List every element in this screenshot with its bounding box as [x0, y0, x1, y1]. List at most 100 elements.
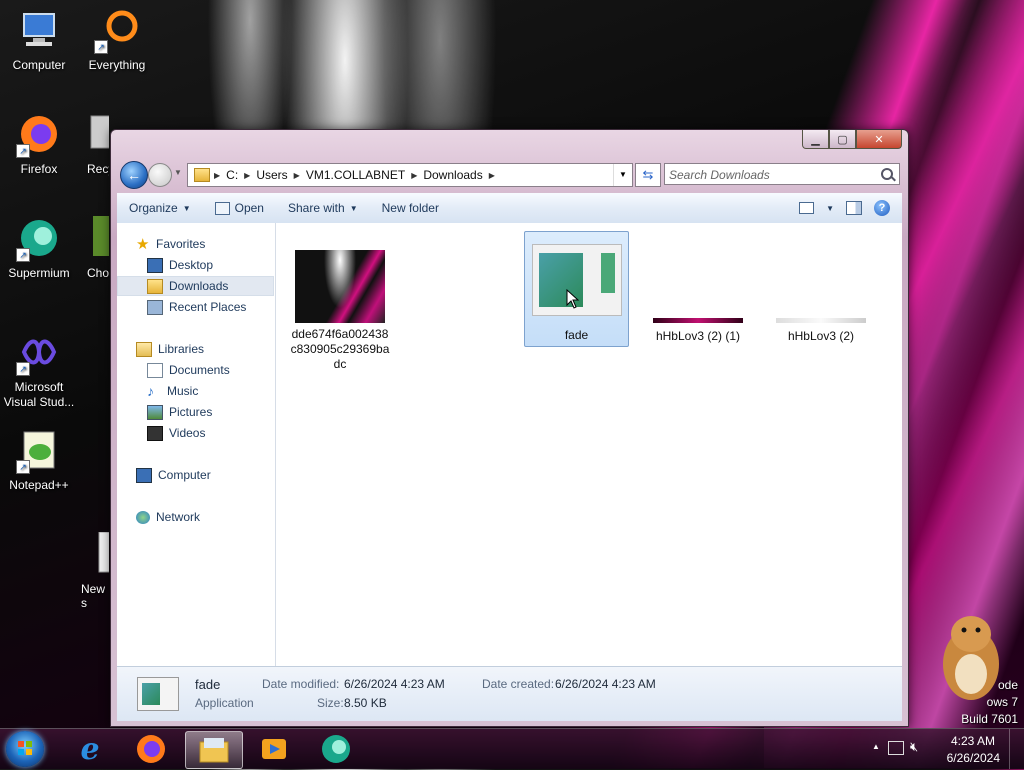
- taskbar-firefox[interactable]: [123, 731, 179, 767]
- address-bar[interactable]: ▶ C: ▶ Users ▶ VM1.COLLABNET ▶ Downloads…: [187, 163, 633, 187]
- show-desktop-button[interactable]: [1009, 729, 1024, 769]
- file-item[interactable]: dde674f6a002438 c830905c29369ba dc: [288, 250, 392, 372]
- desktop-icon-label: Recy: [87, 162, 109, 176]
- start-button[interactable]: [6, 731, 44, 767]
- nav-videos[interactable]: Videos: [117, 423, 274, 443]
- date-modified-label: Date modified:: [262, 677, 340, 691]
- open-label: Open: [234, 201, 264, 215]
- caption-buttons: ▁ ▢ ✕: [802, 130, 902, 149]
- back-button[interactable]: ←: [120, 161, 148, 189]
- address-dropdown-icon[interactable]: ▼: [613, 164, 632, 186]
- nav-music[interactable]: ♪ Music: [117, 381, 274, 401]
- nav-recent-places[interactable]: Recent Places: [117, 297, 274, 317]
- desktop-icon-new[interactable]: New s: [79, 532, 109, 610]
- nav-network[interactable]: Network: [117, 507, 274, 527]
- recent-places-icon: [147, 299, 163, 315]
- file-item[interactable]: hHbLov3 (2) (1): [646, 318, 750, 343]
- desktop-icon-visual-studio[interactable]: ↗ Microsoft Visual Stud...: [1, 330, 77, 410]
- firefox-icon: ↗: [16, 112, 62, 158]
- change-view-icon[interactable]: [799, 202, 815, 214]
- notepadpp-icon: ↗: [16, 428, 62, 474]
- command-bar: Organize ▼ Open Share with ▼ New folder …: [117, 193, 902, 224]
- desktop-icon-supermium[interactable]: ↗ Supermium: [1, 216, 77, 280]
- new-folder-button[interactable]: New folder: [370, 201, 451, 215]
- show-hidden-icons-chevron-icon[interactable]: ▲: [872, 742, 880, 751]
- taskbar-internet-explorer[interactable]: e: [62, 731, 118, 767]
- music-icon: ♪: [147, 382, 154, 399]
- organize-label: Organize: [129, 201, 178, 215]
- file-item[interactable]: hHbLov3 (2): [769, 318, 873, 343]
- pictures-icon: [147, 404, 163, 420]
- chevron-down-icon: ▼: [349, 203, 358, 213]
- clock-time[interactable]: 4:23 AM: [951, 734, 995, 748]
- view-options-chevron-icon[interactable]: ▼: [826, 204, 834, 213]
- help-icon[interactable]: ?: [874, 200, 890, 216]
- mouse-cursor-icon: [566, 288, 580, 312]
- nav-documents[interactable]: Documents: [117, 360, 274, 380]
- desktop-icon-label: Everything: [88, 58, 146, 72]
- network-icon: [136, 510, 150, 524]
- nav-computer[interactable]: Computer: [117, 465, 274, 485]
- volume-muted-icon[interactable]: 🔇︎: [910, 739, 918, 755]
- search-input[interactable]: Search Downloads: [664, 163, 900, 185]
- system-tray: ▲ 🔇︎ 4:23 AM 6/26/2024: [864, 729, 1024, 769]
- documents-icon: [147, 362, 163, 378]
- open-icon: [214, 201, 230, 215]
- refresh-button[interactable]: ⇆: [635, 163, 661, 187]
- desktop-icon-everything[interactable]: ↗ Everything: [79, 8, 155, 72]
- nav-label: Libraries: [158, 342, 205, 356]
- desktop-icon-recycle-bin[interactable]: Recy: [79, 112, 109, 176]
- close-button[interactable]: ✕: [856, 130, 902, 149]
- desktop-icon-label: Cho: [87, 266, 109, 280]
- size-label: Size:: [317, 696, 344, 710]
- nav-libraries[interactable]: Libraries: [117, 339, 274, 359]
- date-created-label: Date created:: [482, 677, 555, 691]
- clock-date[interactable]: 6/26/2024: [947, 751, 1000, 765]
- minimize-button[interactable]: ▁: [802, 130, 829, 149]
- open-button[interactable]: Open: [203, 201, 276, 215]
- organize-button[interactable]: Organize ▼: [117, 201, 203, 215]
- taskbar-supermium[interactable]: [308, 731, 364, 767]
- shortcut-arrow-icon: ↗: [16, 248, 30, 262]
- desktop-icon-label: Supermium: [8, 266, 70, 280]
- nav-favorites[interactable]: ★ Favorites: [117, 234, 274, 254]
- maximize-button[interactable]: ▢: [829, 130, 856, 149]
- share-with-button[interactable]: Share with ▼: [276, 201, 370, 215]
- taskbar-windows-explorer[interactable]: [185, 731, 243, 769]
- nav-label: Videos: [169, 426, 206, 440]
- nav-downloads[interactable]: Downloads: [117, 276, 274, 296]
- breadcrumb-users[interactable]: Users: [250, 168, 293, 182]
- nav-label: Pictures: [169, 405, 213, 419]
- breadcrumb-downloads[interactable]: Downloads: [417, 168, 488, 182]
- taskbar-media-player[interactable]: [246, 731, 302, 767]
- forward-button[interactable]: [148, 163, 172, 187]
- internet-explorer-icon: e: [80, 731, 100, 767]
- desktop-icon-label: Microsoft Visual Stud...: [3, 380, 75, 409]
- hamster-image: [935, 604, 1007, 704]
- watermark-line: ode: [997, 678, 1018, 692]
- chevron-down-icon: ▼: [182, 203, 191, 213]
- breadcrumb-user-folder[interactable]: VM1.COLLABNET: [300, 168, 411, 182]
- desktop-icon-label: New s: [81, 582, 106, 610]
- videos-icon: [147, 425, 163, 441]
- app-icon: [87, 216, 109, 262]
- recent-pages-chevron-icon[interactable]: ▼: [174, 168, 182, 177]
- preview-pane-icon[interactable]: [846, 201, 862, 215]
- desktop-icon-firefox[interactable]: ↗ Firefox: [1, 112, 77, 176]
- desktop-icon-notepadpp[interactable]: ↗ Notepad++: [1, 428, 77, 492]
- navigation-pane: ★ Favorites Desktop Downloads Recent Pla…: [117, 223, 276, 666]
- folder-icon: [194, 168, 210, 182]
- desktop-icon-cho[interactable]: Cho: [79, 216, 109, 280]
- computer-icon: [16, 8, 62, 54]
- nav-pictures[interactable]: Pictures: [117, 402, 274, 422]
- breadcrumb-chevron-icon[interactable]: ▶: [489, 171, 495, 180]
- breadcrumb-drive[interactable]: C:: [220, 168, 244, 182]
- image-thumbnail: [653, 318, 743, 323]
- date-modified-value: 6/26/2024 4:23 AM: [344, 677, 445, 691]
- desktop-icon-computer[interactable]: Computer: [1, 8, 77, 72]
- search-icon[interactable]: [881, 168, 893, 180]
- nav-label: Documents: [169, 363, 230, 377]
- network-tray-icon[interactable]: [888, 741, 904, 755]
- nav-desktop[interactable]: Desktop: [117, 255, 274, 275]
- desktop-icon: [147, 257, 163, 273]
